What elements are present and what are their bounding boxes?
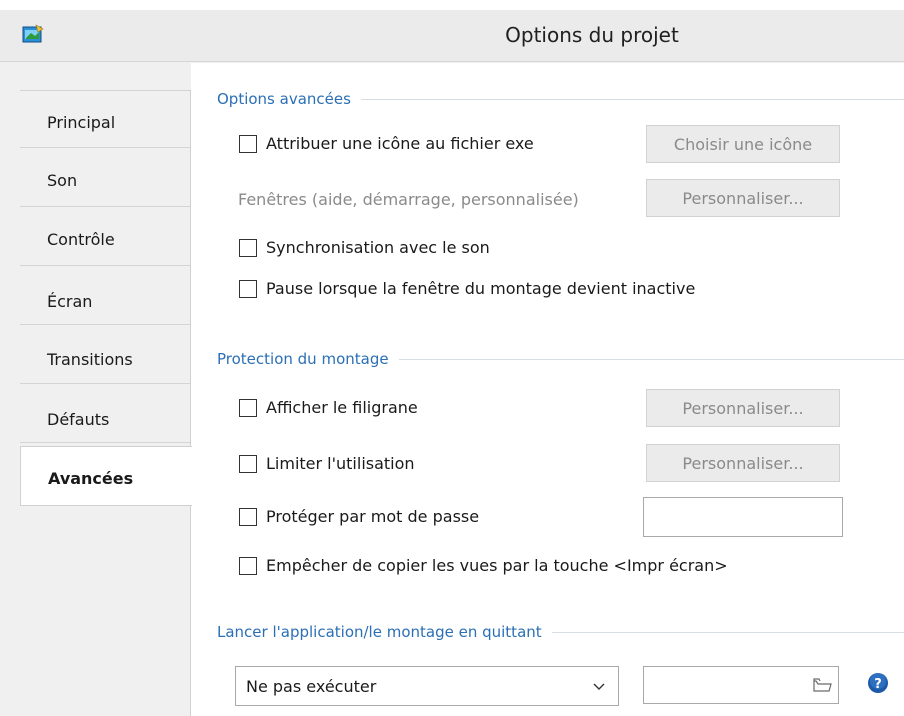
pause-inactive-row: Pause lorsque la fenêtre du montage devi… bbox=[239, 279, 695, 298]
sidebar: Principal Son Contrôle Écran Transitions… bbox=[20, 90, 192, 716]
password-input[interactable] bbox=[643, 497, 843, 537]
top-strip bbox=[0, 0, 904, 10]
tab-transitions[interactable]: Transitions bbox=[20, 326, 190, 384]
watermark-label: Afficher le filigrane bbox=[266, 398, 418, 417]
choose-icon-button[interactable]: Choisir une icône bbox=[646, 125, 840, 163]
launch-path-input[interactable] bbox=[643, 666, 839, 704]
prevent-copy-row: Empêcher de copier les vues par la touch… bbox=[239, 556, 728, 575]
section-divider bbox=[398, 358, 904, 360]
launch-select-value: Ne pas exécuter bbox=[246, 677, 377, 696]
section-title-text: Options avancées bbox=[217, 90, 351, 108]
limit-use-label: Limiter l'utilisation bbox=[266, 454, 415, 473]
tab-defauts[interactable]: Défauts bbox=[20, 385, 190, 443]
tab-son[interactable]: Son bbox=[20, 149, 190, 207]
tab-label: Transitions bbox=[47, 350, 133, 369]
sync-sound-label: Synchronisation avec le son bbox=[266, 238, 490, 257]
section-title-text: Lancer l'application/le montage en quitt… bbox=[217, 623, 542, 641]
tab-label: Écran bbox=[47, 292, 93, 311]
customize-windows-button[interactable]: Personnaliser... bbox=[646, 179, 840, 217]
limit-use-checkbox[interactable] bbox=[239, 454, 257, 473]
section-divider bbox=[360, 98, 904, 100]
window-title: Options du projet bbox=[505, 23, 679, 47]
watermark-checkbox[interactable] bbox=[239, 398, 257, 417]
content-panel: Options avancées Attribuer une icône au … bbox=[191, 63, 904, 716]
windows-label: Fenêtres (aide, démarrage, personnalisée… bbox=[238, 190, 579, 209]
tab-principal[interactable]: Principal bbox=[20, 90, 190, 148]
tab-controle[interactable]: Contrôle bbox=[20, 208, 190, 266]
svg-text:?: ? bbox=[874, 677, 882, 692]
section-title-protection: Protection du montage bbox=[217, 350, 904, 368]
launch-select[interactable]: Ne pas exécuter bbox=[235, 666, 619, 706]
section-title-launch: Lancer l'application/le montage en quitt… bbox=[217, 623, 904, 641]
tab-label: Principal bbox=[47, 113, 116, 132]
chevron-down-icon bbox=[593, 683, 605, 690]
assign-icon-label: Attribuer une icône au fichier exe bbox=[266, 134, 534, 153]
tab-avancees[interactable]: Avancées bbox=[20, 446, 192, 506]
folder-open-icon[interactable] bbox=[809, 670, 835, 700]
watermark-row: Afficher le filigrane bbox=[239, 398, 418, 417]
tab-label: Avancées bbox=[48, 469, 134, 488]
customize-watermark-button[interactable]: Personnaliser... bbox=[646, 389, 840, 427]
assign-icon-row: Attribuer une icône au fichier exe bbox=[239, 134, 534, 153]
limit-use-row: Limiter l'utilisation bbox=[239, 454, 415, 473]
prevent-copy-checkbox[interactable] bbox=[239, 556, 257, 575]
password-checkbox[interactable] bbox=[239, 507, 257, 526]
tab-ecran[interactable]: Écran bbox=[20, 267, 190, 325]
section-divider bbox=[551, 631, 904, 633]
section-title-advanced: Options avancées bbox=[217, 90, 904, 108]
assign-icon-checkbox[interactable] bbox=[239, 134, 257, 153]
pause-inactive-checkbox[interactable] bbox=[239, 279, 257, 298]
sync-sound-row: Synchronisation avec le son bbox=[239, 238, 490, 257]
prevent-copy-label: Empêcher de copier les vues par la touch… bbox=[266, 556, 728, 575]
password-label: Protéger par mot de passe bbox=[266, 507, 480, 526]
title-bar: Options du projet bbox=[0, 10, 904, 62]
password-row: Protéger par mot de passe bbox=[239, 507, 479, 526]
tab-label: Son bbox=[47, 171, 78, 190]
tab-label: Contrôle bbox=[47, 230, 115, 249]
tab-label: Défauts bbox=[47, 410, 110, 429]
pause-inactive-label: Pause lorsque la fenêtre du montage devi… bbox=[266, 279, 696, 298]
customize-limit-button[interactable]: Personnaliser... bbox=[646, 444, 840, 482]
help-icon[interactable]: ? bbox=[867, 672, 889, 694]
section-title-text: Protection du montage bbox=[217, 350, 389, 368]
sync-sound-checkbox[interactable] bbox=[239, 238, 257, 257]
